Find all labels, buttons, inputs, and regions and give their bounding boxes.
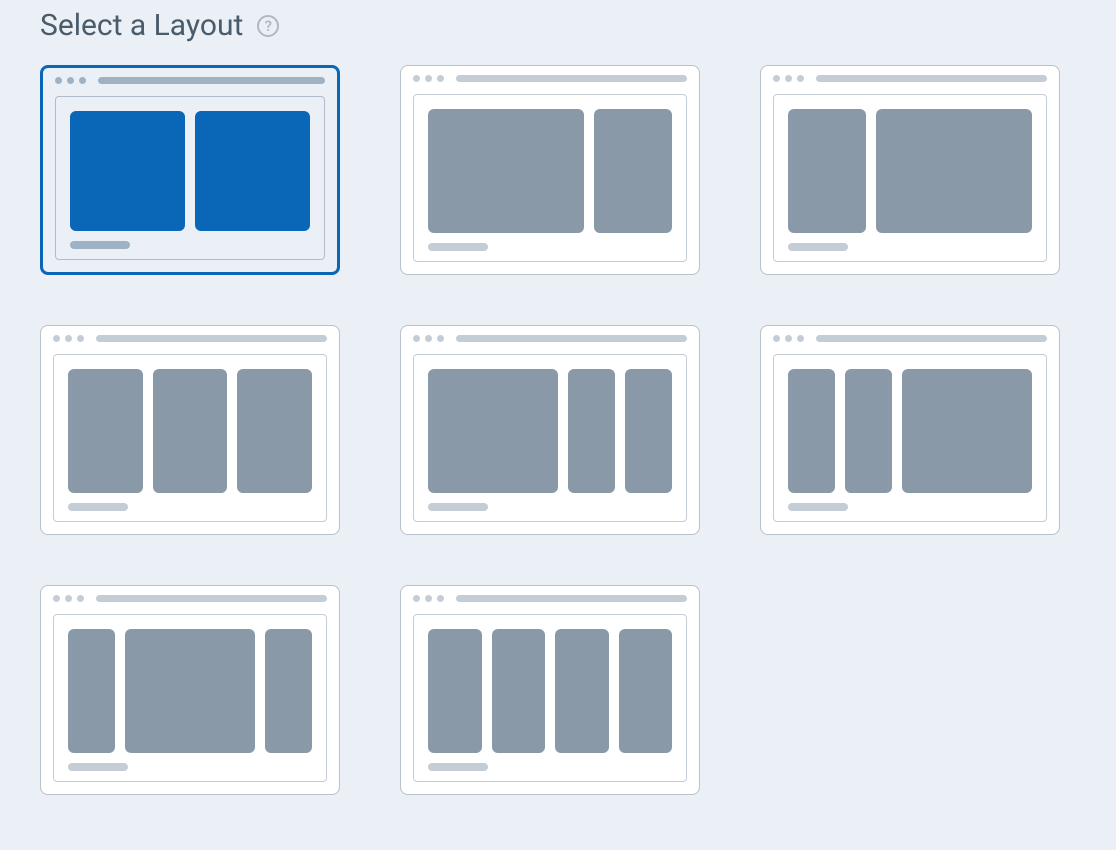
window-dots-icon xyxy=(53,595,84,602)
preview-body xyxy=(53,354,327,522)
titlebar-placeholder xyxy=(816,335,1047,342)
preview-columns xyxy=(68,369,312,493)
layout-option-narrow-wide[interactable] xyxy=(760,65,1060,275)
footer-placeholder xyxy=(70,241,130,249)
titlebar-placeholder xyxy=(96,595,327,602)
titlebar-placeholder xyxy=(456,595,687,602)
preview-titlebar xyxy=(761,326,1059,350)
preview-body xyxy=(413,94,687,262)
window-dots-icon xyxy=(55,77,86,84)
preview-columns xyxy=(428,369,672,493)
preview-column xyxy=(788,109,866,233)
preview-titlebar xyxy=(401,586,699,610)
layout-option-four-equal[interactable] xyxy=(400,585,700,795)
footer-placeholder xyxy=(788,503,848,511)
preview-titlebar xyxy=(401,326,699,350)
preview-column xyxy=(845,369,892,493)
titlebar-placeholder xyxy=(456,335,687,342)
preview-columns xyxy=(788,109,1032,233)
window-dots-icon xyxy=(413,595,444,602)
footer-placeholder xyxy=(68,763,128,771)
preview-column xyxy=(153,369,228,493)
preview-columns xyxy=(70,111,310,231)
layout-option-three-equal[interactable] xyxy=(40,325,340,535)
section-title: Select a Layout xyxy=(40,8,243,43)
preview-column xyxy=(788,369,835,493)
preview-titlebar xyxy=(761,66,1059,90)
layout-grid xyxy=(40,65,1076,795)
preview-column xyxy=(594,109,672,233)
preview-columns xyxy=(428,629,672,753)
preview-column xyxy=(68,369,143,493)
layout-option-wide-narrow-narrow[interactable] xyxy=(400,325,700,535)
preview-column xyxy=(125,629,255,753)
footer-placeholder xyxy=(428,503,488,511)
preview-columns xyxy=(68,629,312,753)
layout-option-wide-narrow[interactable] xyxy=(400,65,700,275)
preview-column xyxy=(619,629,673,753)
footer-placeholder xyxy=(68,503,128,511)
window-dots-icon xyxy=(413,335,444,342)
footer-placeholder xyxy=(788,243,848,251)
preview-column xyxy=(492,629,546,753)
layout-option-narrow-narrow-wide[interactable] xyxy=(760,325,1060,535)
preview-column xyxy=(876,109,1032,233)
preview-column xyxy=(428,369,558,493)
preview-titlebar xyxy=(43,68,337,92)
preview-body xyxy=(413,354,687,522)
preview-titlebar xyxy=(41,586,339,610)
preview-column xyxy=(428,629,482,753)
preview-column xyxy=(568,369,615,493)
titlebar-placeholder xyxy=(98,77,325,84)
window-dots-icon xyxy=(773,75,804,82)
titlebar-placeholder xyxy=(456,75,687,82)
preview-columns xyxy=(428,109,672,233)
layout-option-two-equal[interactable] xyxy=(40,65,340,275)
preview-titlebar xyxy=(401,66,699,90)
footer-placeholder xyxy=(428,763,488,771)
preview-body xyxy=(53,614,327,782)
window-dots-icon xyxy=(773,335,804,342)
preview-body xyxy=(55,96,325,260)
help-icon[interactable]: ? xyxy=(257,15,279,37)
preview-column xyxy=(428,109,584,233)
footer-placeholder xyxy=(428,243,488,251)
preview-column xyxy=(555,629,609,753)
preview-column xyxy=(195,111,310,231)
preview-column xyxy=(237,369,312,493)
preview-body xyxy=(773,354,1047,522)
layout-option-narrow-wide-narrow[interactable] xyxy=(40,585,340,795)
preview-body xyxy=(773,94,1047,262)
window-dots-icon xyxy=(53,335,84,342)
preview-column xyxy=(68,629,115,753)
preview-column xyxy=(625,369,672,493)
preview-titlebar xyxy=(41,326,339,350)
section-header: Select a Layout ? xyxy=(40,8,1076,43)
preview-column xyxy=(70,111,185,231)
titlebar-placeholder xyxy=(816,75,1047,82)
preview-column xyxy=(265,629,312,753)
preview-body xyxy=(413,614,687,782)
window-dots-icon xyxy=(413,75,444,82)
preview-columns xyxy=(788,369,1032,493)
titlebar-placeholder xyxy=(96,335,327,342)
preview-column xyxy=(902,369,1032,493)
